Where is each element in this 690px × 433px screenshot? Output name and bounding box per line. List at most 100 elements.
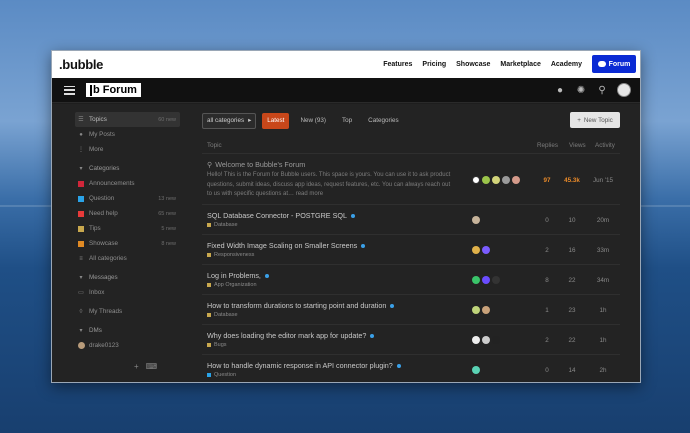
activity-time[interactable]: 34m bbox=[591, 277, 615, 284]
topic-title[interactable]: ⚲ Welcome to Bubble's Forum bbox=[207, 160, 305, 169]
topic-title[interactable]: Why does loading the editor mark app for… bbox=[207, 331, 375, 340]
avatar[interactable] bbox=[472, 216, 480, 224]
category-label: Question bbox=[89, 195, 115, 202]
sidebar-item-inbox[interactable]: ▭ Inbox bbox=[75, 285, 180, 300]
sidebar-item-announcements[interactable]: Announcements bbox=[75, 176, 180, 191]
avatar[interactable] bbox=[492, 176, 500, 184]
activity-time[interactable]: 20m bbox=[591, 217, 615, 224]
col-views[interactable]: Views bbox=[569, 142, 586, 149]
tab-new[interactable]: New (93) bbox=[295, 113, 331, 129]
col-activity[interactable]: Activity bbox=[595, 142, 615, 149]
settings-icon[interactable]: ✺ bbox=[575, 85, 587, 96]
brand-mark: b bbox=[90, 84, 100, 96]
sidebar-item-need-help[interactable]: Need help 65 new bbox=[75, 206, 180, 221]
col-replies[interactable]: Replies bbox=[537, 142, 558, 149]
topic-category[interactable]: Responsiveness bbox=[207, 252, 254, 258]
user-avatar[interactable] bbox=[617, 83, 631, 97]
topic-category[interactable]: Database bbox=[207, 222, 238, 228]
table-row[interactable]: Fixed Width Image Scaling on Smaller Scr… bbox=[202, 234, 620, 264]
sidebar-item-more[interactable]: ⋮ More bbox=[75, 142, 180, 157]
topic-list-area: all categories ▸ Latest New (93) Top Cat… bbox=[202, 112, 620, 382]
nav-marketplace[interactable]: Marketplace bbox=[500, 61, 540, 68]
avatar[interactable] bbox=[472, 336, 480, 344]
activity-time[interactable]: 1h bbox=[591, 337, 615, 344]
avatar[interactable] bbox=[482, 176, 490, 184]
avatar[interactable] bbox=[492, 276, 500, 284]
topic-category[interactable]: Question bbox=[207, 372, 236, 378]
sidebar-categories-header[interactable]: ▾ Categories bbox=[75, 161, 180, 176]
activity-time[interactable]: 2h bbox=[591, 367, 615, 374]
user-icon: ● bbox=[79, 131, 83, 138]
bubble-logo[interactable]: .bubble bbox=[59, 57, 103, 72]
add-icon[interactable]: + bbox=[134, 362, 139, 371]
activity-time[interactable]: Jun '15 bbox=[591, 177, 615, 184]
forum-button[interactable]: Forum bbox=[592, 55, 636, 73]
sidebar-item-topics[interactable]: ☰ Topics 60 new bbox=[75, 112, 180, 127]
activity-time[interactable]: 33m bbox=[591, 247, 615, 254]
keyboard-icon[interactable]: ⌨ bbox=[146, 362, 158, 371]
topic-category[interactable]: Database bbox=[207, 312, 238, 318]
category-color-swatch bbox=[207, 223, 211, 227]
avatar[interactable] bbox=[482, 246, 490, 254]
reply-count: 2 bbox=[545, 247, 549, 254]
nav-academy[interactable]: Academy bbox=[551, 61, 582, 68]
avatar[interactable] bbox=[482, 306, 490, 314]
nav-features[interactable]: Features bbox=[383, 61, 412, 68]
avatar[interactable] bbox=[472, 276, 480, 284]
tab-latest[interactable]: Latest bbox=[262, 112, 290, 129]
activity-time[interactable]: 1h bbox=[591, 307, 615, 314]
avatar[interactable] bbox=[482, 336, 490, 344]
table-row[interactable]: SQL Database Connector - POSTGRE SQL Dat… bbox=[202, 204, 620, 234]
nav-showcase[interactable]: Showcase bbox=[456, 61, 490, 68]
sidebar-dms-header[interactable]: ▾ DMs bbox=[75, 323, 180, 338]
table-row[interactable]: How to handle dynamic response in API co… bbox=[202, 354, 620, 382]
tab-top[interactable]: Top bbox=[337, 113, 357, 129]
avatar[interactable] bbox=[492, 336, 500, 344]
topic-title[interactable]: How to handle dynamic response in API co… bbox=[207, 361, 401, 370]
table-row[interactable]: Log in Problems, App Organization 8 22 3… bbox=[202, 264, 620, 294]
avatar[interactable] bbox=[482, 276, 490, 284]
avatar[interactable] bbox=[512, 176, 520, 184]
sidebar-item-question[interactable]: Question 13 new bbox=[75, 191, 180, 206]
sidebar-item-tips[interactable]: Tips 5 new bbox=[75, 221, 180, 236]
tab-categories[interactable]: Categories bbox=[363, 113, 403, 129]
table-row-pinned[interactable]: ⚲ Welcome to Bubble's Forum Hello! This i… bbox=[202, 153, 620, 204]
sidebar-item-all-categories[interactable]: ≡ All categories bbox=[75, 251, 180, 266]
nav-pricing[interactable]: Pricing bbox=[422, 61, 446, 68]
sidebar-messages-header[interactable]: ▾ Messages bbox=[75, 270, 180, 285]
sidebar-item-showcase[interactable]: Showcase 8 new bbox=[75, 236, 180, 251]
table-row[interactable]: Why does loading the editor mark app for… bbox=[202, 324, 620, 354]
avatar[interactable] bbox=[472, 366, 480, 374]
avatar[interactable] bbox=[472, 306, 480, 314]
topic-title[interactable]: SQL Database Connector - POSTGRE SQL bbox=[207, 211, 355, 220]
chevron-down-icon: ▾ bbox=[79, 165, 83, 172]
sidebar-item-my-threads[interactable]: ◊ My Threads bbox=[75, 304, 180, 319]
category-color-swatch bbox=[207, 343, 211, 347]
topic-title[interactable]: Fixed Width Image Scaling on Smaller Scr… bbox=[207, 241, 366, 250]
categories-section-label: Categories bbox=[89, 165, 120, 172]
posters bbox=[472, 246, 490, 254]
avatar[interactable] bbox=[502, 176, 510, 184]
forum-brand-logo[interactable]: b Forum bbox=[86, 83, 141, 97]
category-filter-dropdown[interactable]: all categories ▸ bbox=[202, 112, 257, 129]
avatar[interactable] bbox=[472, 246, 480, 254]
table-row[interactable]: How to transform durations to starting p… bbox=[202, 294, 620, 324]
topic-category[interactable]: Bugs bbox=[207, 342, 227, 348]
hamburger-menu-icon[interactable] bbox=[64, 85, 75, 95]
chat-icon[interactable]: ● bbox=[554, 85, 566, 96]
topic-category[interactable]: App Organization bbox=[207, 282, 257, 288]
posters bbox=[472, 366, 480, 374]
sidebar-item-dm-user[interactable]: drake0123 bbox=[75, 338, 180, 353]
sidebar-item-my-posts[interactable]: ● My Posts bbox=[75, 127, 180, 142]
avatar[interactable] bbox=[472, 176, 480, 184]
col-topic[interactable]: Topic bbox=[207, 142, 222, 149]
topic-title[interactable]: Log in Problems, bbox=[207, 271, 269, 280]
posters bbox=[472, 216, 480, 224]
category-label: Need help bbox=[89, 210, 118, 217]
search-icon[interactable]: ⚲ bbox=[596, 85, 608, 96]
topic-title[interactable]: How to transform durations to starting p… bbox=[207, 301, 395, 310]
topic-title-text: Why does loading the editor mark app for… bbox=[207, 331, 367, 340]
posters bbox=[472, 176, 520, 184]
new-topic-button[interactable]: + New Topic bbox=[570, 112, 620, 128]
topics-count: 60 new bbox=[158, 116, 176, 123]
